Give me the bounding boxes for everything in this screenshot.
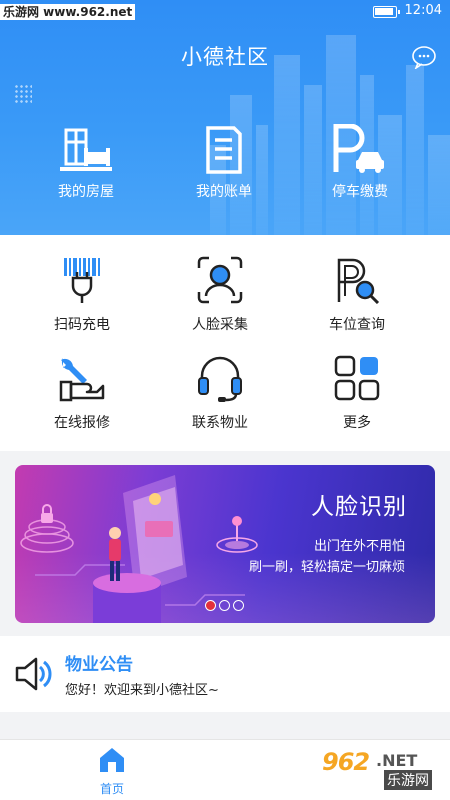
- page-title: 小德社区: [181, 45, 269, 69]
- bottom-tab-bar: 首页 962 .NET 乐游网: [0, 739, 450, 800]
- parking-search-button[interactable]: 车位查询: [302, 256, 412, 334]
- my-house-label: 我的房屋: [58, 184, 114, 200]
- logo-number: 962: [322, 748, 370, 776]
- pager-dot-3[interactable]: [233, 600, 244, 611]
- more-label: 更多: [343, 415, 371, 431]
- site-watermark: 乐游网 www.962.net: [0, 4, 136, 20]
- scan-charge-button[interactable]: 扫码充电: [27, 256, 137, 334]
- banner-subtitle-2: 刷一刷，轻松搞定一切麻烦: [248, 560, 405, 575]
- notice-text: 您好！欢迎来到小德社区~: [65, 683, 219, 698]
- tab-home-label: 首页: [99, 782, 124, 796]
- banner-title: 人脸识别: [311, 494, 407, 520]
- home-icon: [100, 748, 124, 772]
- headset-icon: [198, 356, 242, 402]
- repair-icon: [59, 358, 105, 402]
- face-capture-button[interactable]: 人脸采集: [165, 256, 275, 334]
- parking-payment-icon: [333, 124, 384, 173]
- more-button[interactable]: 更多: [302, 354, 412, 432]
- scan-charge-label: 扫码充电: [54, 317, 110, 333]
- parking-payment-button[interactable]: 停车缴费: [300, 118, 420, 201]
- message-icon[interactable]: [411, 45, 437, 69]
- repair-label: 在线报修: [54, 415, 110, 431]
- logo-cn: 乐游网: [384, 770, 432, 790]
- parking-payment-label: 停车缴费: [332, 184, 388, 200]
- property-notice[interactable]: 物业公告 您好！欢迎来到小德社区~: [0, 636, 450, 712]
- status-bar: 乐游网 www.962.net 12:04: [0, 0, 450, 24]
- face-capture-label: 人脸采集: [192, 317, 248, 333]
- my-bill-button[interactable]: 我的账单: [164, 118, 284, 201]
- my-house-button[interactable]: 我的房屋: [26, 118, 146, 201]
- pager-dot-1[interactable]: [205, 600, 216, 611]
- my-bill-label: 我的账单: [196, 184, 252, 200]
- house-icon: [60, 128, 112, 171]
- contact-property-label: 联系物业: [192, 415, 248, 431]
- logo-net: .NET: [376, 751, 418, 770]
- promo-banner[interactable]: 人脸识别 出门在外不用怕 刷一刷，轻松搞定一切麻烦: [15, 465, 435, 623]
- tab-home[interactable]: 首页: [82, 746, 142, 797]
- parking-search-icon: [337, 258, 380, 304]
- speaker-icon: [15, 657, 52, 691]
- status-time: 12:04: [404, 3, 442, 18]
- face-capture-icon: [197, 256, 243, 304]
- decor-dots: [14, 84, 32, 104]
- battery-icon: [373, 6, 400, 18]
- repair-button[interactable]: 在线报修: [27, 354, 137, 432]
- contact-property-button[interactable]: 联系物业: [165, 354, 275, 432]
- notice-title: 物业公告: [65, 655, 133, 675]
- parking-search-label: 车位查询: [329, 317, 385, 333]
- pager-dot-2[interactable]: [219, 600, 230, 611]
- banner-subtitle-1: 出门在外不用怕: [313, 539, 405, 554]
- scan-charge-icon: [64, 258, 100, 303]
- more-icon: [334, 355, 380, 401]
- banner-pager: [205, 600, 244, 611]
- bill-icon: [206, 126, 242, 174]
- site-logo-watermark: 962 .NET 乐游网: [304, 748, 444, 792]
- service-grid: 扫码充电 人脸采集 车位查询 在线报修 联系物业 更多: [0, 235, 450, 451]
- header: 乐游网 www.962.net 12:04 小德社区 我的房屋 我的账单 停车缴…: [0, 0, 450, 235]
